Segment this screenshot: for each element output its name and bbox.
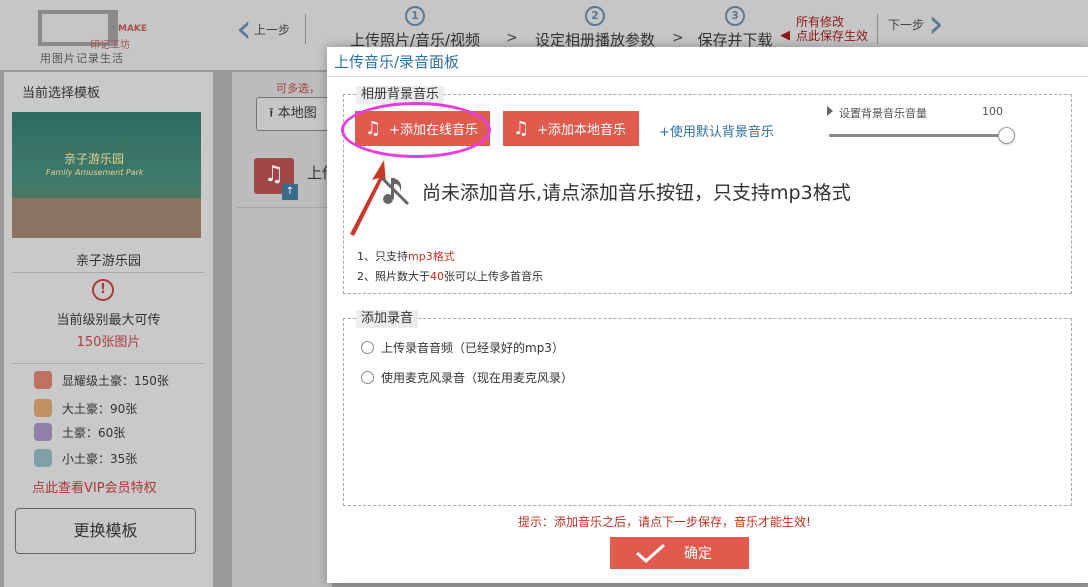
prev-step-button[interactable]: ‹ 上一步	[236, 6, 291, 52]
chevron-left-icon: ‹	[236, 6, 252, 52]
step-number: 1	[405, 6, 425, 26]
tier-badge-icon	[34, 449, 52, 467]
local-image-label: 本地图	[277, 106, 317, 121]
tier-label: 大土豪：90张	[62, 401, 138, 416]
thumbnail-subtitle: Family Amusement Park	[46, 168, 144, 177]
tier-item: 小土豪：35张	[34, 448, 137, 468]
music-rule-2: 2、照片数大于40张可以上传多首音乐	[357, 268, 543, 284]
save-note[interactable]: 所有修改 ◀ 点此保存生效	[778, 15, 868, 43]
use-default-music-link[interactable]: +使用默认背景音乐	[659, 121, 774, 140]
tier-badge-icon	[34, 423, 52, 441]
checkmark-icon	[636, 543, 665, 563]
mic-recording-option[interactable]: 使用麦克风录音（现在用麦克风录）	[361, 369, 573, 386]
divider	[12, 363, 205, 364]
divider	[305, 14, 306, 44]
upload-icon: ⭱	[269, 106, 274, 121]
mic-recording-label: 使用麦克风录音（现在用麦克风录）	[381, 371, 574, 385]
volume-slider-track[interactable]	[829, 134, 1007, 137]
confirm-label: 确定	[684, 546, 712, 562]
add-local-music-label: +添加本地音乐	[537, 123, 627, 138]
next-step-button[interactable]: 下一步 ›	[886, 4, 944, 44]
logo-make-text: MAKE	[118, 24, 148, 34]
upload-panel-background	[232, 72, 332, 587]
music-upload-tile[interactable]: ♫ ↑	[254, 158, 298, 200]
radio-button[interactable]	[361, 371, 374, 384]
step-1[interactable]: 1 上传照片/音乐/视频	[345, 4, 485, 50]
tier-label: 显耀级土豪：150张	[62, 373, 169, 388]
tier-label: 小土豪：35张	[62, 451, 138, 466]
step-number: 3	[725, 6, 745, 26]
level-label: 当前级别最大可传	[56, 313, 161, 328]
confirm-button[interactable]: 确定	[610, 537, 749, 569]
tier-label: 土豪：60张	[62, 425, 126, 440]
no-music-icon	[380, 176, 410, 206]
rule-text: 1、只支持	[357, 250, 408, 263]
dialog-title: 上传音乐/录音面板	[327, 47, 1088, 77]
step-2[interactable]: 2 设定相册播放参数	[531, 4, 659, 50]
radio-button[interactable]	[361, 341, 374, 354]
music-note-icon: ♫	[513, 118, 530, 139]
sidebar-title: 当前选择模板	[22, 86, 101, 101]
add-online-music-button[interactable]: ♫ +添加在线音乐	[355, 111, 490, 146]
step-separator: >	[506, 30, 518, 46]
divider	[12, 272, 205, 273]
volume-slider-handle[interactable]	[998, 127, 1015, 144]
save-note-line2: 点此保存生效	[796, 29, 869, 43]
arrow-left-icon: ◀	[780, 28, 790, 43]
change-template-button[interactable]: 更换模板	[15, 508, 196, 554]
upload-arrow-icon: ↑	[282, 184, 298, 200]
tier-badge-icon	[34, 399, 52, 417]
add-local-music-button[interactable]: ♫ +添加本地音乐	[503, 111, 639, 146]
divider	[877, 14, 878, 44]
step-separator: >	[672, 30, 684, 46]
recording-section-legend: 添加录音	[356, 310, 419, 328]
add-online-music-label: +添加在线音乐	[389, 123, 479, 138]
volume-slider-fill	[829, 134, 1007, 137]
rule-text: 2、照片数大于	[357, 270, 430, 283]
rule-highlight: mp3格式	[408, 250, 455, 263]
level-limit: 150张图片	[76, 335, 141, 350]
rule-highlight: 40	[430, 270, 444, 283]
music-section-legend: 相册背景音乐	[356, 86, 445, 104]
warning-icon: !	[92, 279, 114, 301]
step-number: 2	[585, 6, 605, 26]
local-image-button[interactable]: ⭱ 本地图	[256, 97, 336, 131]
tier-badge-icon	[34, 371, 52, 389]
prev-step-label: 上一步	[254, 22, 291, 37]
tier-item: 显耀级土豪：150张	[34, 370, 169, 390]
logo-slogan: 用图片记录生活	[40, 52, 124, 65]
step-3[interactable]: 3 保存并下载	[696, 4, 774, 50]
next-step-label: 下一步	[888, 17, 925, 32]
music-note-icon: ♫	[264, 162, 284, 187]
volume-value: 100	[982, 105, 1003, 118]
multi-select-hint: 可多选，	[276, 82, 320, 95]
music-note-icon: ♫	[365, 118, 382, 139]
tier-item: 土豪：60张	[34, 422, 125, 442]
pp-logo: MAKE 印记工坊 用图片记录生活	[38, 10, 148, 65]
tier-item: 大土豪：90张	[34, 398, 137, 418]
template-thumbnail[interactable]: 亲子游乐园 Family Amusement Park	[12, 112, 201, 238]
volume-label: 设置背景音乐音量	[839, 107, 927, 120]
chevron-right-icon: ›	[928, 1, 945, 47]
thumbnail-scenery	[12, 198, 201, 238]
template-sidebar: 当前选择模板 亲子游乐园 Family Amusement Park 亲子游乐园…	[4, 72, 213, 587]
thumbnail-title: 亲子游乐园	[64, 152, 125, 166]
divider	[236, 207, 330, 208]
music-rule-1: 1、只支持mp3格式	[357, 248, 455, 264]
rule-text: 张可以上传多首音乐	[444, 270, 543, 283]
save-tip: 提示：添加音乐之后，请点下一步保存，音乐才能生效!	[518, 515, 811, 529]
save-note-line1: 所有修改	[796, 15, 845, 29]
upload-recording-label: 上传录音音频（已经录好的mp3）	[381, 341, 564, 355]
no-music-message: 尚未添加音乐,请点添加音乐按钮，只支持mp3格式	[422, 182, 851, 204]
upload-recording-option[interactable]: 上传录音音频（已经录好的mp3）	[361, 339, 564, 356]
vip-privileges-link[interactable]: 点此查看VIP会员特权	[32, 477, 157, 496]
template-name: 亲子游乐园	[75, 254, 141, 269]
logo-brand-text: 印记工坊	[90, 40, 130, 51]
caret-right-icon	[827, 106, 833, 116]
